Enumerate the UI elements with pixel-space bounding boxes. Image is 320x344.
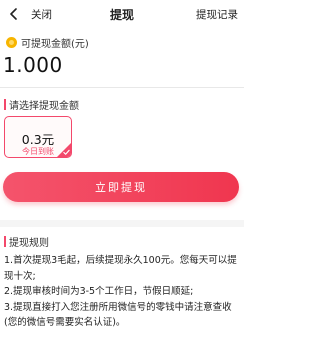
rules-section-title: 提现规则: [4, 234, 49, 249]
balance-label-row: 可提现金额(元): [6, 35, 89, 50]
amount-option-selected[interactable]: 0.3元 今日到账: [4, 116, 72, 158]
rules-text: 1.首次提现3毛起，后续提现永久100元。您每天可以提现十次; 2.提现审核时间…: [4, 253, 242, 331]
amount-section-label: 请选择提现金额: [9, 101, 79, 112]
coin-icon: [6, 37, 17, 48]
rule-line: 1.首次提现3毛起，后续提现永久100元。您每天可以提现十次;: [4, 255, 237, 282]
top-bar: 关闭 提现 提现记录: [0, 0, 244, 28]
section-marker: [4, 99, 6, 110]
rule-line: 3.提现直接打入您注册所用微信号的零钱中请注意查收(您的微信号需要实名认证)。: [4, 301, 232, 329]
section-divider: [0, 220, 244, 227]
check-icon: [63, 149, 70, 155]
rules-section-label: 提现规则: [9, 238, 49, 249]
withdraw-now-button[interactable]: 立即提现: [3, 172, 239, 202]
balance-value: 1.000: [3, 53, 63, 77]
divider: [0, 87, 244, 88]
withdraw-records-link[interactable]: 提现记录: [196, 7, 238, 22]
rule-line: 2.提现审核时间为3-5个工作日，节假日顺延;: [4, 286, 194, 297]
section-marker: [4, 236, 6, 247]
balance-label: 可提现金额(元): [21, 39, 89, 50]
amount-section-title: 请选择提现金额: [4, 97, 79, 112]
